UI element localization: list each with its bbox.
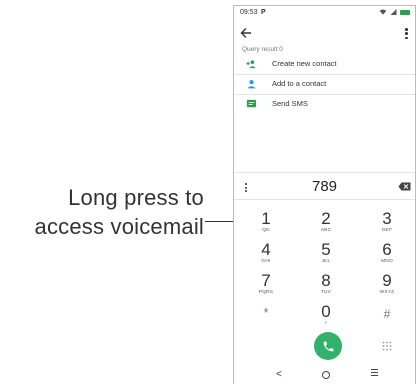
key-6[interactable]: 6 MNO [367,241,407,265]
callout-line-2: access voicemail [34,214,204,239]
status-bar: 09:53 P [234,6,415,18]
app-bar [234,24,415,44]
suggestion-label: Send SMS [272,99,308,108]
callout-line-1: Long press to [68,185,204,210]
send-sms-item[interactable]: Send SMS [234,94,415,114]
system-nav-bar: < [234,364,415,384]
key-1[interactable]: 1 QD [246,210,286,234]
add-contact-icon [246,60,256,69]
divider [234,199,415,200]
backspace-icon[interactable] [398,182,411,191]
suggestion-label: Create new contact [272,59,337,68]
add-to-contact-item[interactable]: Add to a contact [234,74,415,94]
message-icon [246,99,257,108]
status-time: 09:53 [240,9,258,16]
dialpad-icon[interactable] [382,341,392,351]
notification-icon: P [261,9,266,16]
key-0[interactable]: 0 + [306,303,346,327]
phone-screen: 09:53 P Query result:0 Create new contac… [233,5,416,384]
battery-icon [400,9,410,15]
key-3[interactable]: 3 DEF [367,210,407,234]
key-star[interactable]: * [246,304,286,322]
nav-recents-icon[interactable] [371,369,378,376]
divider [234,172,415,173]
nav-home-icon[interactable] [322,371,330,379]
suggestion-label: Add to a contact [272,79,327,88]
signal-icon [390,9,397,15]
key-4[interactable]: 4 GHI [246,241,286,265]
key-7[interactable]: 7 PQRS [246,272,286,296]
person-icon [247,80,256,89]
create-new-contact-item[interactable]: Create new contact [234,54,415,74]
key-2[interactable]: 2 ABC [306,210,346,234]
dialed-number-bar: 789 [234,178,415,196]
key-hash[interactable]: # [367,305,407,323]
query-result: Query result:0 [242,46,283,53]
call-button[interactable] [314,332,342,360]
arrow-left-icon[interactable] [240,27,252,39]
wifi-icon [379,9,387,15]
key-9[interactable]: 9 WXYZ [367,272,407,296]
more-vert-icon[interactable] [405,28,408,39]
phone-icon [323,341,333,351]
voicemail-callout: Long press to access voicemail [0,183,204,241]
key-8[interactable]: 8 TUV [306,272,346,296]
key-5[interactable]: 5 JKL [306,241,346,265]
dialed-number[interactable]: 789 [234,178,415,195]
nav-back-icon[interactable]: < [276,369,282,380]
